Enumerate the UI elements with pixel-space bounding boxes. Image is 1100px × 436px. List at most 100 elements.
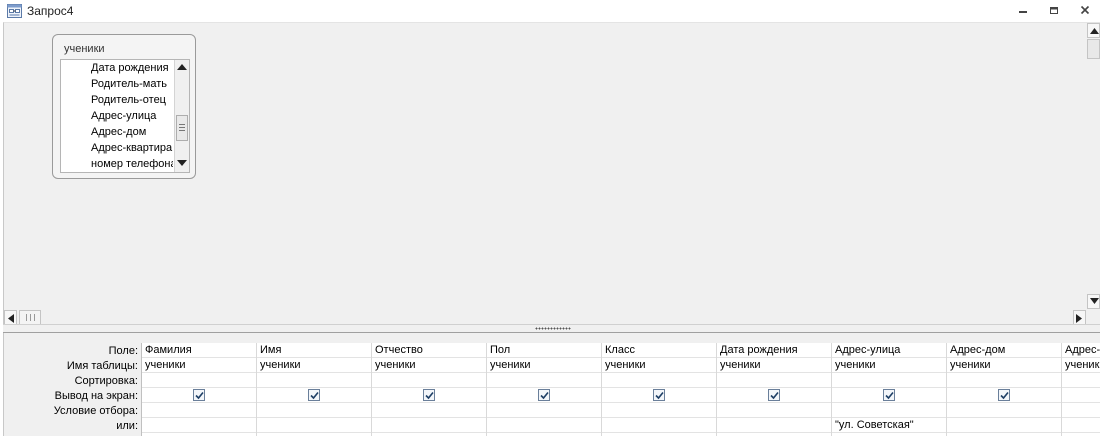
field-list-scrollbar[interactable]	[174, 60, 189, 172]
grid-column: Адрес-дом ученики	[947, 343, 1062, 436]
field-item[interactable]: Адрес-улица	[91, 108, 173, 124]
or-cell[interactable]	[947, 418, 1061, 433]
field-cell[interactable]: Фамилия	[142, 343, 256, 358]
or-cell[interactable]: "ул. Советская"	[832, 418, 946, 433]
criteria-cell[interactable]	[602, 403, 716, 418]
field-item[interactable]: Дата рождения	[91, 60, 173, 76]
minimize-button[interactable]	[1014, 3, 1032, 19]
show-cell[interactable]	[947, 388, 1061, 403]
show-cell[interactable]	[142, 388, 256, 403]
scroll-down-button[interactable]	[175, 156, 189, 171]
show-checkbox[interactable]	[423, 389, 435, 401]
query-grid[interactable]: Фамилия ученики Имя ученики Отчество ученики П…	[141, 343, 1100, 436]
table-cell[interactable]: ученики	[372, 358, 486, 373]
criteria-cell[interactable]	[257, 403, 371, 418]
sort-cell[interactable]	[142, 373, 256, 388]
scroll-thumb[interactable]	[19, 310, 41, 325]
field-cell[interactable]: Класс	[602, 343, 716, 358]
show-checkbox[interactable]	[653, 389, 665, 401]
triangle-up-icon	[177, 64, 187, 70]
or-cell[interactable]	[487, 418, 601, 433]
scroll-thumb[interactable]	[176, 115, 188, 141]
show-cell[interactable]	[487, 388, 601, 403]
show-checkbox[interactable]	[768, 389, 780, 401]
show-checkbox[interactable]	[308, 389, 320, 401]
scroll-down-button[interactable]	[1087, 294, 1100, 309]
table-cell[interactable]: ученики	[1062, 358, 1100, 373]
show-cell[interactable]	[372, 388, 486, 403]
sort-cell[interactable]	[602, 373, 716, 388]
show-checkbox[interactable]	[883, 389, 895, 401]
grid-column: Фамилия ученики	[142, 343, 257, 436]
criteria-cell[interactable]	[487, 403, 601, 418]
scroll-left-button[interactable]	[4, 310, 17, 325]
table-cell[interactable]: ученики	[832, 358, 946, 373]
sort-cell[interactable]	[487, 373, 601, 388]
design-vertical-scrollbar[interactable]	[1087, 23, 1100, 311]
query-design-pane[interactable]: ученики Дата рождения Родитель-мать Роди…	[3, 22, 1100, 325]
pane-splitter[interactable]	[3, 324, 1100, 333]
grid-column: Пол ученики	[487, 343, 602, 436]
criteria-cell[interactable]	[1062, 403, 1100, 418]
field-cell[interactable]: Адрес-улица	[832, 343, 946, 358]
criteria-cell[interactable]	[717, 403, 831, 418]
show-cell[interactable]	[717, 388, 831, 403]
show-cell[interactable]	[602, 388, 716, 403]
show-checkbox[interactable]	[538, 389, 550, 401]
sort-cell[interactable]	[832, 373, 946, 388]
criteria-cell[interactable]	[142, 403, 256, 418]
table-cell[interactable]: ученики	[487, 358, 601, 373]
scroll-thumb[interactable]	[1087, 39, 1100, 59]
sort-cell[interactable]	[372, 373, 486, 388]
window-titlebar: Запрос4	[0, 0, 1100, 22]
show-cell[interactable]	[257, 388, 371, 403]
or-cell[interactable]	[717, 418, 831, 433]
or-cell[interactable]	[257, 418, 371, 433]
field-cell[interactable]: Адрес-квартира	[1062, 343, 1100, 358]
field-cell[interactable]: Отчество	[372, 343, 486, 358]
field-cell[interactable]: Пол	[487, 343, 601, 358]
table-cell[interactable]: ученики	[602, 358, 716, 373]
field-list[interactable]: Дата рождения Родитель-мать Родитель-оте…	[60, 59, 190, 173]
checkmark-icon	[770, 391, 779, 400]
sort-cell[interactable]	[947, 373, 1061, 388]
show-checkbox[interactable]	[193, 389, 205, 401]
field-item[interactable]: Адрес-дом	[91, 124, 173, 140]
field-item[interactable]: Родитель-отец	[91, 92, 173, 108]
triangle-left-icon	[8, 314, 14, 323]
field-cell[interactable]: Дата рождения	[717, 343, 831, 358]
sort-cell[interactable]	[717, 373, 831, 388]
criteria-cell[interactable]	[832, 403, 946, 418]
table-cell[interactable]: ученики	[142, 358, 256, 373]
criteria-cell[interactable]	[372, 403, 486, 418]
or-cell[interactable]	[372, 418, 486, 433]
criteria-cell[interactable]	[947, 403, 1061, 418]
minimize-icon	[1019, 11, 1027, 13]
table-cell[interactable]: ученики	[717, 358, 831, 373]
design-horizontal-scrollbar[interactable]	[4, 310, 1088, 325]
field-cell[interactable]: Имя	[257, 343, 371, 358]
scroll-up-button[interactable]	[1087, 23, 1100, 38]
show-checkbox[interactable]	[998, 389, 1010, 401]
show-cell[interactable]	[832, 388, 946, 403]
checkmark-icon	[425, 391, 434, 400]
restore-button[interactable]	[1045, 3, 1063, 19]
scroll-right-button[interactable]	[1073, 310, 1086, 325]
or-cell[interactable]	[602, 418, 716, 433]
scroll-up-button[interactable]	[175, 60, 189, 75]
or-cell[interactable]	[142, 418, 256, 433]
field-item[interactable]: Адрес-квартира	[91, 140, 173, 156]
field-item[interactable]: Родитель-мать	[91, 76, 173, 92]
or-cell[interactable]	[1062, 418, 1100, 433]
table-field-list[interactable]: ученики Дата рождения Родитель-мать Роди…	[52, 34, 196, 179]
show-cell[interactable]	[1062, 388, 1100, 403]
close-button[interactable]	[1076, 3, 1094, 19]
field-cell[interactable]: Адрес-дом	[947, 343, 1061, 358]
triangle-up-icon	[1090, 28, 1099, 34]
table-cell[interactable]: ученики	[257, 358, 371, 373]
sort-cell[interactable]	[1062, 373, 1100, 388]
field-item[interactable]: номер телефона	[91, 156, 173, 172]
sort-cell[interactable]	[257, 373, 371, 388]
table-cell[interactable]: ученики	[947, 358, 1061, 373]
row-label-show: Вывод на экран:	[54, 390, 138, 402]
